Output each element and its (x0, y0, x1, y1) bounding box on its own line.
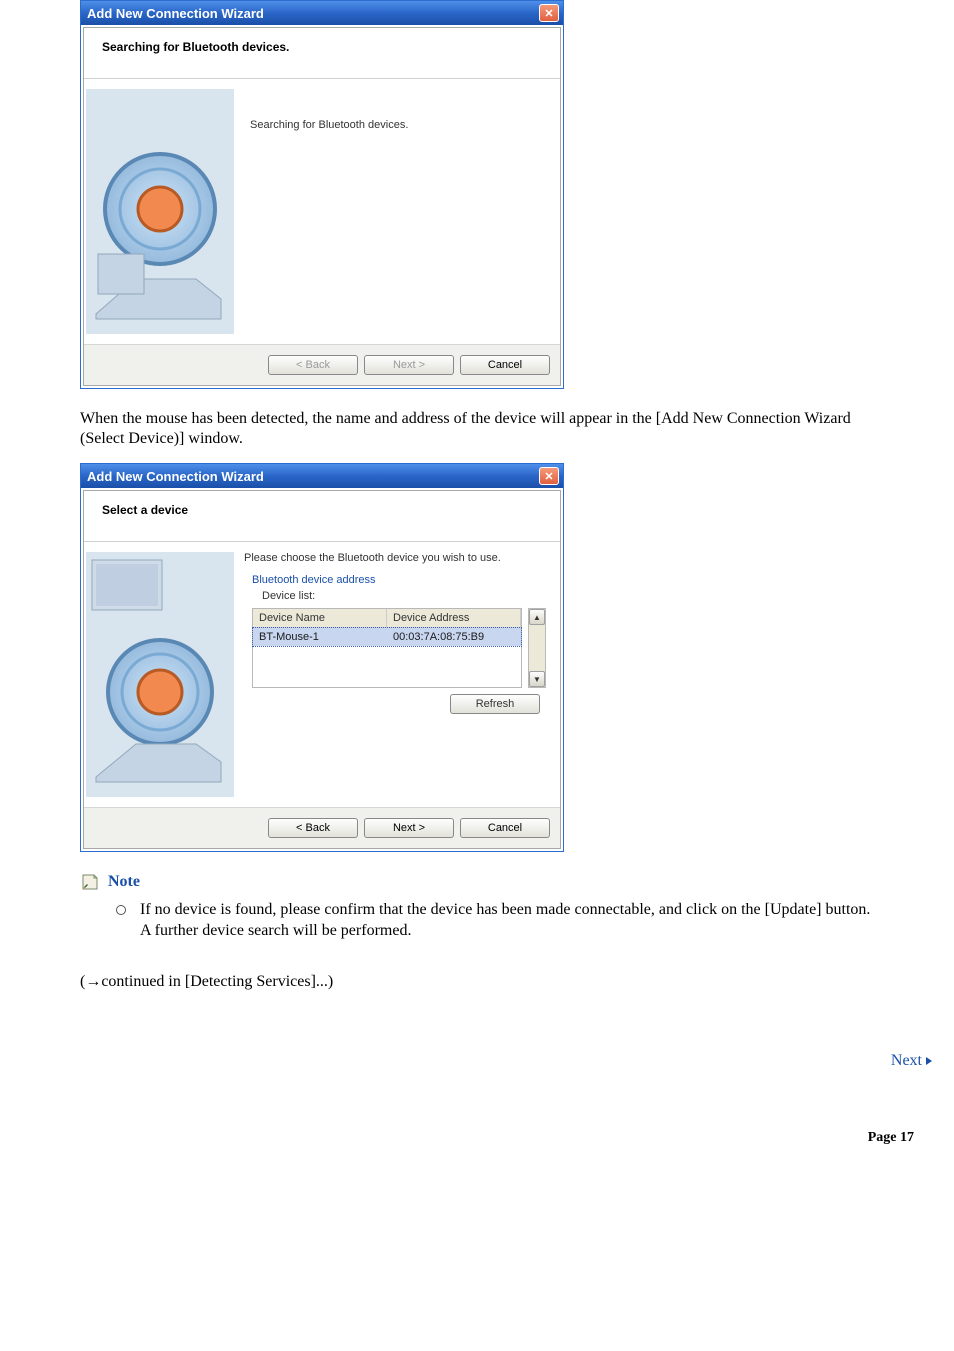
col-device-name[interactable]: Device Name (253, 609, 387, 627)
dialog-body: Please choose the Bluetooth device you w… (244, 542, 560, 724)
window-title: Add New Connection Wizard (87, 6, 264, 21)
refresh-button[interactable]: Refresh (450, 694, 540, 714)
dialog-content: Searching for Bluetooth devices. (84, 79, 560, 344)
dialog-body: Searching for Bluetooth devices. (244, 79, 560, 141)
dialog-inner: Searching for Bluetooth devices. (83, 27, 561, 386)
dialog-header: Searching for Bluetooth devices. (84, 28, 560, 79)
window-title: Add New Connection Wizard (87, 469, 264, 484)
group-label: Bluetooth device address (252, 574, 546, 586)
next-row: Next (0, 1052, 954, 1070)
titlebar: Add New Connection Wizard ✕ (81, 464, 563, 488)
next-button[interactable]: Next > (364, 818, 454, 838)
list-item: If no device is found, please confirm th… (116, 900, 894, 942)
next-button: Next > (364, 355, 454, 375)
cancel-button[interactable]: Cancel (460, 355, 550, 375)
list-item-text: If no device is found, please confirm th… (140, 900, 870, 942)
note-head: Note (80, 872, 894, 892)
back-button[interactable]: < Back (268, 818, 358, 838)
dialog-header: Select a device (84, 491, 560, 542)
titlebar: Add New Connection Wizard ✕ (81, 1, 563, 25)
close-icon[interactable]: ✕ (539, 4, 559, 22)
instruction-text: Please choose the Bluetooth device you w… (244, 552, 546, 564)
status-text: Searching for Bluetooth devices. (250, 119, 408, 131)
dialog-content: Please choose the Bluetooth device you w… (84, 542, 560, 807)
list-label: Device list: (262, 590, 546, 602)
wizard-illustration (86, 552, 234, 797)
scroll-up-icon[interactable]: ▲ (529, 609, 545, 625)
cancel-button[interactable]: Cancel (460, 818, 550, 838)
note-title: Note (108, 873, 140, 891)
note-icon (80, 872, 100, 892)
back-button: < Back (268, 355, 358, 375)
table-header-row: Device Name Device Address (253, 609, 521, 628)
refresh-row: Refresh (244, 688, 546, 714)
continued-text: (→continued in [Detecting Services]...) (80, 972, 894, 992)
chevron-right-icon (924, 1056, 934, 1066)
next-link[interactable]: Next (891, 1052, 934, 1070)
table-row[interactable]: BT-Mouse-1 00:03:7A:08:75:B9 (253, 628, 521, 646)
bullet-marker (116, 905, 126, 915)
wizard-illustration (86, 89, 234, 334)
wizard-dialog-searching: Add New Connection Wizard ✕ Searching fo… (80, 0, 564, 389)
button-row: < Back Next > Cancel (84, 807, 560, 848)
device-table[interactable]: Device Name Device Address BT-Mouse-1 00… (252, 608, 522, 688)
page-number: Page 17 (0, 1070, 954, 1166)
note-line-2: A further device search will be performe… (140, 922, 411, 939)
col-device-address[interactable]: Device Address (387, 609, 521, 627)
scroll-down-icon[interactable]: ▼ (529, 671, 545, 687)
device-list-container: Device Name Device Address BT-Mouse-1 00… (244, 606, 546, 688)
cell-device-address: 00:03:7A:08:75:B9 (387, 628, 521, 646)
scrollbar[interactable]: ▲ ▼ (528, 608, 546, 688)
note-block: Note If no device is found, please confi… (80, 872, 894, 942)
note-line-1: If no device is found, please confirm th… (140, 901, 870, 918)
next-link-label: Next (891, 1052, 922, 1070)
wizard-dialog-select-device: Add New Connection Wizard ✕ Select a dev… (80, 463, 564, 852)
paragraph-detected: When the mouse has been detected, the na… (80, 409, 894, 449)
dialog-inner: Select a device (83, 490, 561, 849)
button-row: < Back Next > Cancel (84, 344, 560, 385)
note-list: If no device is found, please confirm th… (116, 900, 894, 942)
table-body: BT-Mouse-1 00:03:7A:08:75:B9 (253, 628, 521, 686)
cell-device-name: BT-Mouse-1 (253, 628, 387, 646)
close-icon[interactable]: ✕ (539, 467, 559, 485)
